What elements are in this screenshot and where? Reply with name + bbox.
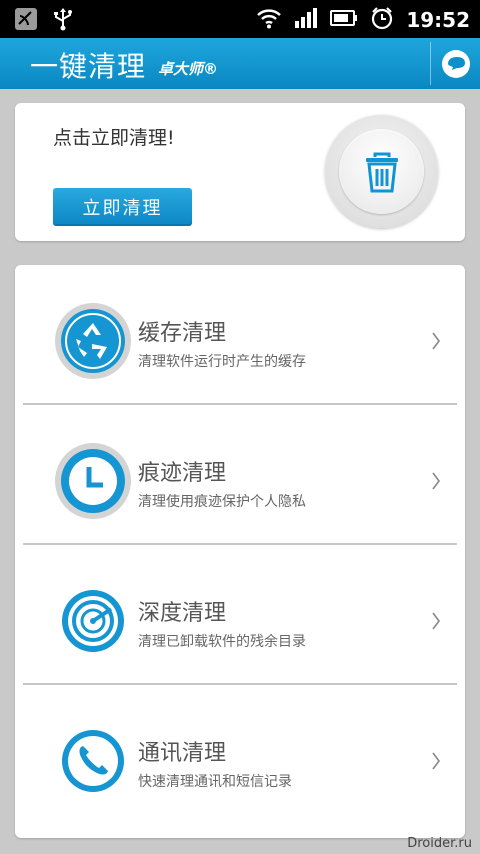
item-title: 痕迹清理 <box>138 461 227 486</box>
list-item-comm-clean[interactable]: 通讯清理 快速清理通讯和短信记录 <box>15 685 465 825</box>
clean-now-button[interactable]: 立即清理 <box>53 188 192 226</box>
app-brand: 卓大师® <box>158 60 219 78</box>
usb-icon <box>52 7 74 35</box>
clean-prompt: 点击立即清理! <box>53 127 175 149</box>
battery-icon <box>330 9 358 31</box>
item-subtitle: 清理软件运行时产生的缓存 <box>138 354 306 370</box>
item-subtitle: 清理已卸载软件的残余目录 <box>138 634 306 650</box>
wifi-icon <box>256 7 282 33</box>
clock-time: 19:52 <box>406 8 470 32</box>
quick-clean-card: 点击立即清理! 立即清理 <box>15 103 465 241</box>
item-subtitle: 快速清理通讯和短信记录 <box>138 774 292 790</box>
cell-signal-icon <box>294 7 318 33</box>
list-item-cache-clean[interactable]: 缓存清理 清理软件运行时产生的缓存 <box>15 265 465 405</box>
item-subtitle: 清理使用痕迹保护个人隐私 <box>138 494 306 510</box>
app-title: 一键清理 <box>30 50 147 83</box>
system-icons: 19:52 <box>256 6 470 34</box>
status-bar: 19:52 <box>0 0 480 38</box>
recycle-icon <box>55 303 131 379</box>
app-bar: 一键清理 卓大师® <box>0 38 480 89</box>
watermark: Droider.ru <box>407 836 472 851</box>
trash-icon <box>339 129 424 214</box>
app-bar-divider <box>430 42 431 85</box>
chevron-right-icon <box>432 332 440 350</box>
chevron-right-icon <box>432 752 440 770</box>
radar-icon <box>55 583 131 659</box>
trash-button[interactable] <box>325 115 438 228</box>
clean-options-list: 缓存清理 清理软件运行时产生的缓存 痕迹清理 清理使用痕迹保护个人隐私 深度清理… <box>15 265 465 838</box>
chat-bubble-icon[interactable] <box>438 46 474 82</box>
chevron-right-icon <box>432 472 440 490</box>
phone-icon <box>55 723 131 799</box>
alarm-icon <box>370 6 394 34</box>
item-title: 深度清理 <box>138 601 227 626</box>
notification-icons <box>14 7 74 35</box>
list-item-deep-clean[interactable]: 深度清理 清理已卸载软件的残余目录 <box>15 545 465 685</box>
chevron-right-icon <box>432 612 440 630</box>
clock-icon <box>55 443 131 519</box>
item-title: 缓存清理 <box>138 321 227 346</box>
list-item-trace-clean[interactable]: 痕迹清理 清理使用痕迹保护个人隐私 <box>15 405 465 545</box>
item-title: 通讯清理 <box>138 741 227 766</box>
phone-signal-off-icon <box>14 7 38 35</box>
